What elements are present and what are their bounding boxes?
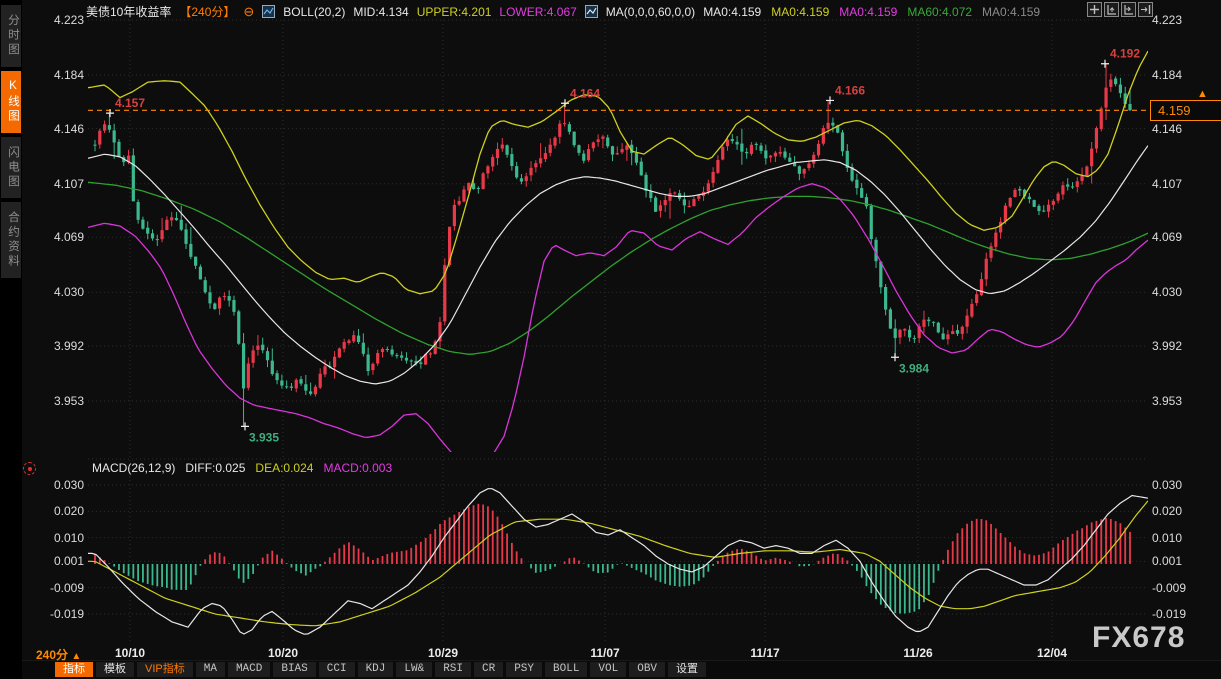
toolbar-button-指标[interactable]: 指标: [55, 662, 93, 677]
ma-value: MA0:4.159: [771, 5, 829, 19]
macd-axis-label: 0.030: [28, 478, 84, 492]
sidebar-tab-分时图[interactable]: 分时图: [1, 5, 21, 67]
toolbar-button-RSI[interactable]: RSI: [435, 662, 471, 677]
scale-up-icon[interactable]: [1104, 2, 1119, 17]
y-axis-label: 4.184: [28, 68, 84, 82]
date-label: 11/07: [590, 646, 619, 660]
y-axis-label: 4.107: [28, 177, 84, 191]
boll-label: BOLL(20,2): [283, 5, 345, 19]
pan-right-icon[interactable]: [1138, 2, 1153, 17]
y-axis-label: 3.953: [1152, 394, 1182, 408]
ma-value: MA0:4.159: [982, 5, 1040, 19]
chart-header: 美债10年收益率 【240分】 ⊖ BOLL(20,2) MID:4.134 U…: [86, 3, 1040, 20]
boll-lower-value: LOWER:4.067: [499, 5, 576, 19]
y-axis-label: 4.184: [1152, 68, 1182, 82]
sidebar-tab-合约资料[interactable]: 合约资料: [1, 202, 21, 278]
price-up-arrow: ▲: [1197, 88, 1208, 100]
y-axis-label: 4.146: [1152, 122, 1182, 136]
sidebar-tab-K线图[interactable]: K线图: [1, 71, 21, 133]
macd-dea-value: DEA:0.024: [255, 461, 313, 475]
line-chart-icon: [262, 5, 275, 18]
line-chart-icon: [585, 5, 598, 18]
date-label: 11/17: [750, 646, 779, 660]
ma-value: MA60:4.072: [907, 5, 972, 19]
macd-axis-label: -0.009: [28, 581, 84, 595]
left-sidebar: 分时图 K线图闪电图合约资料: [0, 0, 22, 679]
y-axis-label: 3.953: [28, 394, 84, 408]
date-label: 11/26: [903, 646, 932, 660]
y-axis-label: 4.030: [1152, 285, 1182, 299]
svg-text:4.157: 4.157: [115, 96, 145, 110]
date-label: 12/04: [1037, 646, 1067, 660]
toolbar-button-MA[interactable]: MA: [196, 662, 225, 677]
chart-window-controls: [1087, 2, 1153, 17]
macd-axis-label: 0.020: [1152, 504, 1182, 518]
y-axis-label: 4.030: [28, 285, 84, 299]
current-price-tag: 4.159: [1150, 100, 1221, 121]
macd-axis-label: -0.019: [1152, 607, 1186, 621]
svg-text:3.984: 3.984: [899, 361, 929, 375]
toolbar-button-CR[interactable]: CR: [474, 662, 503, 677]
toolbar-button-KDJ[interactable]: KDJ: [358, 662, 394, 677]
ma-value: MA0:4.159: [703, 5, 761, 19]
boll-upper-value: UPPER:4.201: [417, 5, 492, 19]
boll-mid-value: MID:4.134: [353, 5, 408, 19]
y-axis-label: 3.992: [28, 339, 84, 353]
app-window: 4.157 3.935 4.164 4.166 3.984 4.192 分时图 K线图闪电图…: [0, 0, 1221, 679]
macd-axis-label: 0.010: [1152, 531, 1182, 545]
toolbar-button-MACD[interactable]: MACD: [228, 662, 270, 677]
crosshair-icon[interactable]: [1087, 2, 1102, 17]
footer-period-label: 240分: [36, 648, 68, 662]
macd-axis-label: 0.001: [28, 554, 84, 568]
toolbar-button-设置[interactable]: 设置: [668, 662, 706, 677]
macd-indicator-icon[interactable]: [23, 462, 36, 475]
svg-text:4.164: 4.164: [570, 86, 600, 100]
toolbar-button-BOLL[interactable]: BOLL: [545, 662, 587, 677]
sidebar-tab-闪电图[interactable]: 闪电图: [1, 137, 21, 199]
date-label: 10/20: [268, 646, 298, 660]
svg-text:3.935: 3.935: [249, 430, 279, 444]
macd-header: MACD(26,12,9) DIFF:0.025 DEA:0.024 MACD:…: [92, 461, 392, 475]
watermark: FX678: [1092, 621, 1185, 655]
y-axis-label: 4.107: [1152, 177, 1182, 191]
instrument-title: 美债10年收益率: [86, 3, 171, 20]
ma-label: MA(0,0,0,60,0,0): [606, 5, 695, 19]
macd-axis-label: 0.020: [28, 504, 84, 518]
macd-axis-label: 0.010: [28, 531, 84, 545]
period-label[interactable]: 【240分】: [179, 3, 235, 20]
svg-text:4.166: 4.166: [835, 83, 865, 97]
scale-right-icon[interactable]: [1121, 2, 1136, 17]
macd-axis-label: -0.019: [28, 607, 84, 621]
y-axis-label: 4.069: [1152, 230, 1182, 244]
footer-period[interactable]: 240分 ▲: [36, 646, 81, 663]
macd-axis-label: -0.009: [1152, 581, 1186, 595]
macd-axis-label: 0.001: [1152, 554, 1182, 568]
toolbar-button-模板[interactable]: 模板: [96, 662, 134, 677]
y-axis-label: 4.069: [28, 230, 84, 244]
macd-macd-value: MACD:0.003: [323, 461, 392, 475]
toolbar-button-VOL[interactable]: VOL: [590, 662, 626, 677]
svg-text:4.192: 4.192: [1110, 47, 1140, 61]
chart-canvas[interactable]: 4.157 3.935 4.164 4.166 3.984 4.192: [0, 0, 1221, 679]
macd-label: MACD(26,12,9): [92, 461, 175, 475]
ma-value: MA0:4.159: [839, 5, 897, 19]
toolbar-button-CCI[interactable]: CCI: [319, 662, 355, 677]
period-up-arrow: ▲: [71, 651, 81, 662]
toolbar-button-BIAS[interactable]: BIAS: [273, 662, 315, 677]
toolbar-button-VIP指标[interactable]: VIP指标: [137, 662, 193, 677]
indicator-toolbar: 指标模板VIP指标MAMACDBIAS CCIKDJLW&RSICRPSYBOLL…: [55, 662, 706, 677]
date-label: 10/10: [115, 646, 145, 660]
y-axis-label: 4.223: [1152, 13, 1182, 27]
macd-diff-value: DIFF:0.025: [185, 461, 245, 475]
toolbar-button-OBV[interactable]: OBV: [629, 662, 665, 677]
macd-axis-label: 0.030: [1152, 478, 1182, 492]
ma-values: MA0:4.159 MA0:4.159 MA0:4.159 MA60:4.072 MA0…: [703, 5, 1040, 19]
y-axis-label: 4.223: [28, 13, 84, 27]
collapse-icon[interactable]: ⊖: [243, 6, 254, 18]
toolbar-button-PSY[interactable]: PSY: [506, 662, 542, 677]
toolbar-button-LW&[interactable]: LW&: [396, 662, 432, 677]
y-axis-label: 3.992: [1152, 339, 1182, 353]
y-axis-label: 4.146: [28, 122, 84, 136]
date-label: 10/29: [428, 646, 458, 660]
